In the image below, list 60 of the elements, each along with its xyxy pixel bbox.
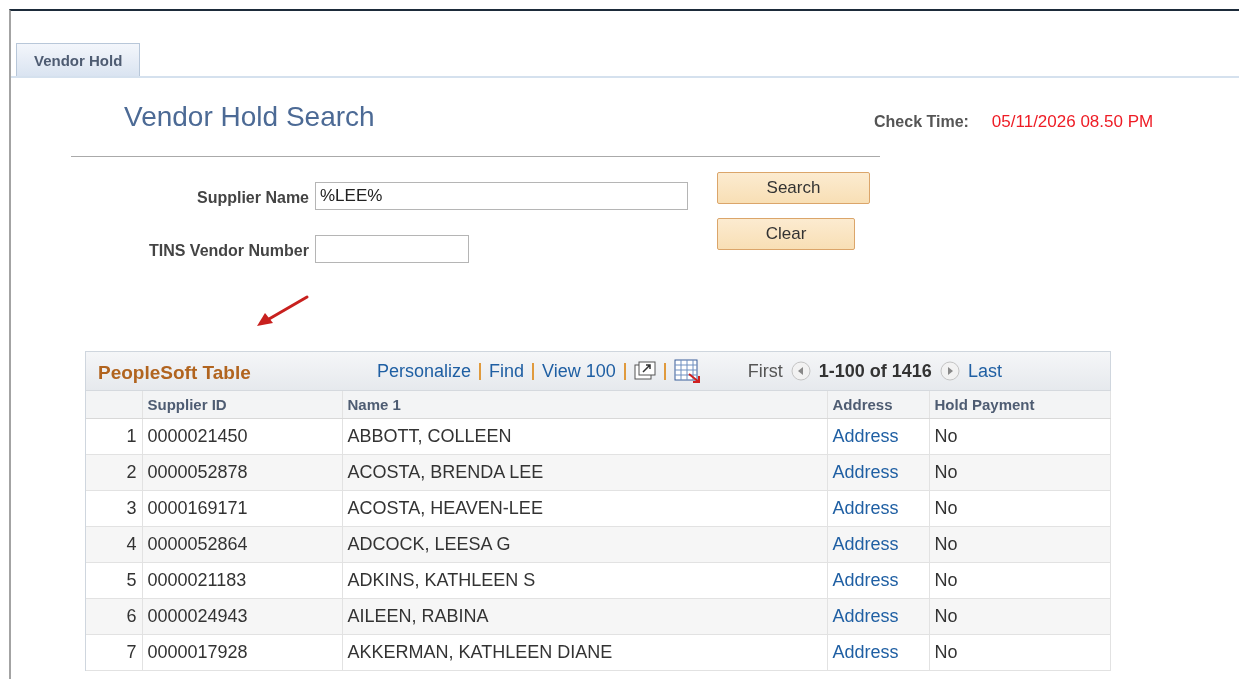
- row-number: 4: [86, 526, 142, 563]
- table-cell: 0000021450: [142, 418, 342, 455]
- field-label: Supplier Name: [195, 188, 309, 207]
- input-field[interactable]: [315, 235, 469, 263]
- previous-icon[interactable]: [790, 361, 811, 381]
- table-cell: 0000017928: [142, 634, 342, 671]
- row-number: 7: [86, 634, 142, 671]
- table-cell: 0000052864: [142, 526, 342, 563]
- table-cell: No: [929, 634, 1110, 671]
- column-header: Hold Payment: [929, 391, 1110, 419]
- address-link[interactable]: Address: [827, 490, 929, 527]
- row-number: 2: [86, 454, 142, 491]
- toolbar-link[interactable]: Find: [489, 360, 525, 382]
- table-cell: 0000052878: [142, 454, 342, 491]
- tab[interactable]: Vendor Hold: [16, 43, 141, 76]
- new-window-icon[interactable]: [633, 361, 656, 381]
- table-cell: No: [929, 526, 1110, 563]
- grid-title: PeopleSoft Table: [98, 361, 252, 384]
- address-link[interactable]: Address: [827, 562, 929, 599]
- table-cell: No: [929, 490, 1110, 527]
- search-button[interactable]: Search: [717, 172, 870, 204]
- address-link[interactable]: Address: [827, 418, 929, 455]
- check-time-value: 05/11/2026 08.50 PM: [991, 112, 1154, 132]
- column-header: Name 1: [342, 391, 827, 419]
- toolbar-link[interactable]: Personalize: [377, 360, 472, 382]
- input-field[interactable]: %LEE%: [315, 182, 688, 210]
- clear-button[interactable]: Clear: [717, 218, 855, 250]
- page-title: Vendor Hold Search: [123, 101, 376, 133]
- address-link[interactable]: Address: [827, 526, 929, 563]
- first-label: First: [747, 360, 783, 382]
- row-number: 6: [86, 598, 142, 635]
- address-link[interactable]: Address: [827, 454, 929, 491]
- table-cell: ACOSTA, BRENDA LEE: [342, 454, 827, 491]
- table-cell: No: [929, 418, 1110, 455]
- check-time-label: Check Time:: [874, 113, 969, 131]
- row-number: 5: [86, 562, 142, 599]
- toolbar-link[interactable]: View 100: [542, 360, 616, 382]
- next-icon[interactable]: [939, 361, 960, 381]
- table-cell: 0000169171: [142, 490, 342, 527]
- table-cell: ADKINS, KATHLEEN S: [342, 562, 827, 599]
- download-grid-icon[interactable]: [673, 359, 700, 383]
- table-cell: No: [929, 562, 1110, 599]
- table-cell: No: [929, 598, 1110, 635]
- table-cell: ABBOTT, COLLEEN: [342, 418, 827, 455]
- last-link[interactable]: Last: [967, 360, 1002, 382]
- table-cell: AILEEN, RABINA: [342, 598, 827, 635]
- page-range: 1-100 of 1416: [818, 360, 932, 382]
- column-header: Supplier ID: [142, 391, 342, 419]
- column-header: Address: [827, 391, 929, 419]
- table-cell: ADCOCK, LEESA G: [342, 526, 827, 563]
- field-label: TINS Vendor Number: [147, 241, 309, 260]
- row-number: 1: [86, 418, 142, 455]
- row-number: 3: [86, 490, 142, 527]
- address-link[interactable]: Address: [827, 634, 929, 671]
- table-cell: 0000021183: [142, 562, 342, 599]
- table-cell: ACOSTA, HEAVEN-LEE: [342, 490, 827, 527]
- table-cell: AKKERMAN, KATHLEEN DIANE: [342, 634, 827, 671]
- address-link[interactable]: Address: [827, 598, 929, 635]
- table-cell: No: [929, 454, 1110, 491]
- table-cell: 0000024943: [142, 598, 342, 635]
